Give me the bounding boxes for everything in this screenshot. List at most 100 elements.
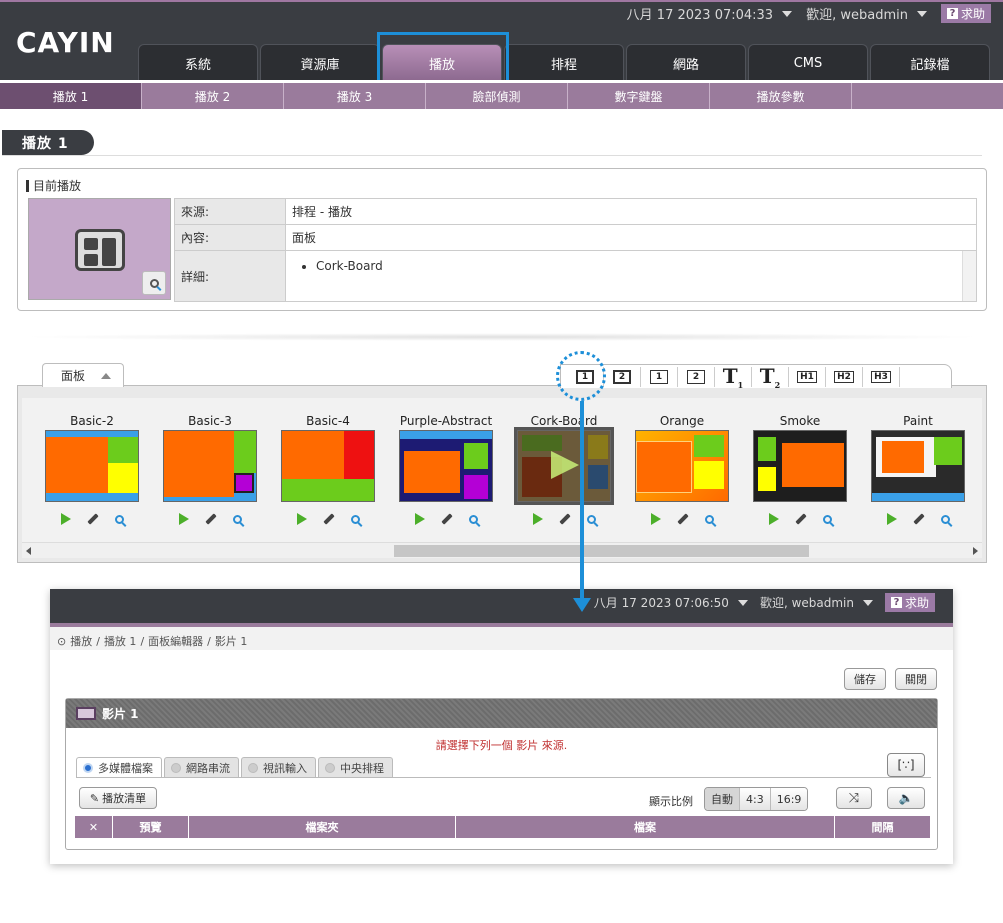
gallery-item[interactable]: Purple-Abstract <box>398 398 494 526</box>
thumb-basic-3[interactable] <box>163 430 257 502</box>
breadcrumb-item[interactable]: 播放 <box>70 633 92 649</box>
editor-help-button[interactable]: ? 求助 <box>884 593 935 612</box>
breadcrumb-item[interactable]: 面板編輯器 <box>148 633 203 649</box>
editor-user-dropdown-icon[interactable] <box>862 599 873 606</box>
gallery-item[interactable]: Basic-3 <box>162 398 258 526</box>
subtab-numeric-keypad[interactable]: 數字鍵盤 <box>568 83 710 109</box>
radio-icon[interactable] <box>171 762 181 773</box>
aspect-auto-button[interactable]: 自動 <box>705 788 740 810</box>
gallery-item[interactable]: Basic-2 <box>44 398 140 526</box>
detail-scrollbar[interactable] <box>962 251 976 301</box>
aspect-4-3-button[interactable]: 4:3 <box>740 788 771 810</box>
preview-icon[interactable] <box>586 514 596 524</box>
preview-icon[interactable] <box>822 514 832 524</box>
play-icon[interactable] <box>414 513 425 525</box>
edit-icon[interactable] <box>204 513 217 525</box>
help-button[interactable]: ? 求助 <box>940 4 991 23</box>
tab-system[interactable]: 系統 <box>138 44 258 80</box>
video-source-panel: 影片 1 請選擇下列一個 影片 來源. 多媒體檔案 網路串流 視訊輸入 中央排程… <box>65 698 938 850</box>
html-3-tool-icon[interactable]: H3 <box>863 366 900 387</box>
collapse-icon[interactable] <box>101 372 112 379</box>
gallery-item[interactable]: Paint <box>870 398 966 526</box>
radio-icon[interactable] <box>248 762 258 773</box>
tab-central-schedule[interactable]: 中央排程 <box>318 757 393 777</box>
preview-icon[interactable] <box>232 514 242 524</box>
edit-icon[interactable] <box>912 513 925 525</box>
datetime-dropdown-icon[interactable] <box>782 10 793 17</box>
html-1-tool-icon[interactable]: H1 <box>789 366 826 387</box>
tab-schedule[interactable]: 排程 <box>504 44 624 80</box>
preview-icon[interactable] <box>704 514 714 524</box>
thumb-smoke[interactable] <box>753 430 847 502</box>
shuffle-button[interactable]: ⤨ <box>836 787 872 809</box>
thumb-orange[interactable] <box>635 430 729 502</box>
gallery-item-selected[interactable]: Cork-Board <box>514 398 614 526</box>
play-overlay-icon[interactable] <box>551 451 579 479</box>
remove-all-icon[interactable]: ✕ <box>75 816 113 838</box>
subtab-playback-params[interactable]: 播放參數 <box>710 83 852 109</box>
play-icon[interactable] <box>296 513 307 525</box>
html-2-tool-icon[interactable]: H2 <box>826 366 863 387</box>
scroll-thumb[interactable] <box>394 545 809 557</box>
subtab-playback-3[interactable]: 播放 3 <box>284 83 426 109</box>
preview-icon[interactable] <box>468 514 478 524</box>
aspect-16-9-button[interactable]: 16:9 <box>770 788 808 810</box>
tab-network-stream[interactable]: 網路串流 <box>164 757 239 777</box>
subtab-playback-2[interactable]: 播放 2 <box>142 83 284 109</box>
radio-icon[interactable] <box>325 762 335 773</box>
play-icon[interactable] <box>886 513 897 525</box>
tab-network[interactable]: 網路 <box>626 44 746 80</box>
gallery-scrollbar[interactable] <box>22 542 982 558</box>
gallery-item[interactable]: Orange <box>634 398 730 526</box>
preview-icon[interactable] <box>940 514 950 524</box>
play-icon[interactable] <box>768 513 779 525</box>
tab-logs[interactable]: 記錄檔 <box>870 44 990 80</box>
thumb-basic-4[interactable] <box>281 430 375 502</box>
breadcrumb-item[interactable]: 播放 1 <box>104 633 137 649</box>
play-icon[interactable] <box>178 513 189 525</box>
tab-media-files[interactable]: 多媒體檔案 <box>76 757 162 777</box>
thumb-basic-2[interactable] <box>45 430 139 502</box>
text-1-tool-icon[interactable]: T1 <box>715 364 752 390</box>
play-icon[interactable] <box>60 513 71 525</box>
edit-icon[interactable] <box>322 513 335 525</box>
image-2-tool-icon[interactable]: 2 <box>678 366 715 387</box>
preview-icon[interactable] <box>350 514 360 524</box>
thumb-paint[interactable] <box>871 430 965 502</box>
fullscreen-capture-button[interactable]: [∵] <box>887 753 925 777</box>
gallery-item[interactable]: Smoke <box>752 398 848 526</box>
library-tab-panels[interactable]: 面板 <box>42 363 124 387</box>
save-button[interactable]: 儲存 <box>844 668 886 690</box>
scroll-left-icon[interactable] <box>26 547 31 555</box>
play-icon[interactable] <box>532 513 543 525</box>
image-1-tool-icon[interactable]: 1 <box>641 366 678 387</box>
tab-video-input[interactable]: 視訊輸入 <box>241 757 316 777</box>
zoom-preview-button[interactable] <box>142 271 166 295</box>
close-button[interactable]: 關閉 <box>895 668 937 690</box>
playlist-button[interactable]: ✎ 播放清單 <box>79 787 157 809</box>
subtab-face-detection[interactable]: 臉部偵測 <box>426 83 568 109</box>
film-icon <box>76 707 96 720</box>
edit-icon[interactable] <box>86 513 99 525</box>
gallery-item[interactable]: Basic-4 <box>280 398 376 526</box>
play-icon[interactable] <box>650 513 661 525</box>
edit-icon[interactable] <box>794 513 807 525</box>
video-2-tool-icon[interactable]: 2 <box>604 366 641 387</box>
preview-icon[interactable] <box>114 514 124 524</box>
editor-welcome-user[interactable]: 歡迎, webadmin <box>760 594 854 611</box>
edit-icon[interactable] <box>558 513 571 525</box>
volume-button[interactable]: 🔈 <box>887 787 925 809</box>
editor-datetime-dropdown-icon[interactable] <box>737 599 748 606</box>
tab-library[interactable]: 資源庫 <box>260 44 380 80</box>
text-2-tool-icon[interactable]: T2 <box>752 364 789 390</box>
edit-icon[interactable] <box>676 513 689 525</box>
welcome-user[interactable]: 歡迎, webadmin <box>806 4 908 23</box>
tab-cms[interactable]: CMS <box>748 44 868 80</box>
edit-icon[interactable] <box>440 513 453 525</box>
thumb-cork-board[interactable] <box>514 427 614 505</box>
scroll-right-icon[interactable] <box>973 547 978 555</box>
thumb-purple-abstract[interactable] <box>399 430 493 502</box>
subtab-playback-1[interactable]: 播放 1 <box>0 83 142 109</box>
radio-selected-icon[interactable] <box>83 762 93 773</box>
user-dropdown-icon[interactable] <box>916 10 927 17</box>
